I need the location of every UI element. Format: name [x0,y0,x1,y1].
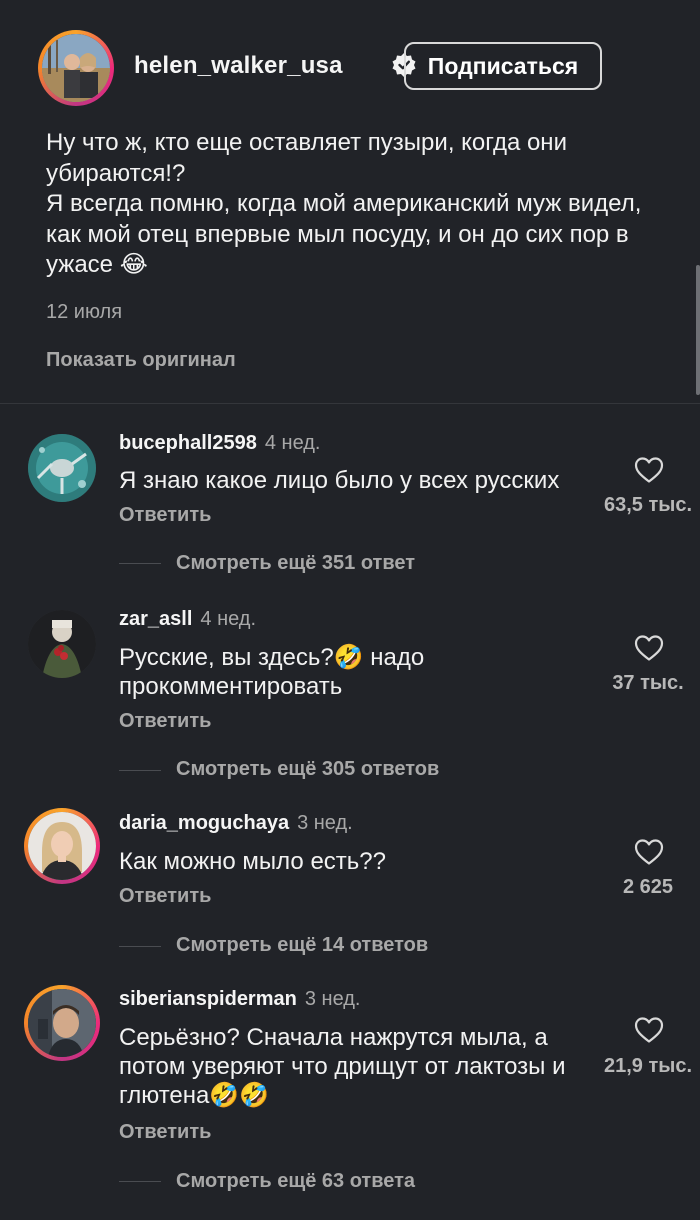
comment-username-text[interactable]: siberianspiderman [119,988,297,1010]
reply-button[interactable]: Ответить [119,885,211,908]
like-count: 21,9 тыс. [603,1055,693,1077]
comment-username[interactable]: siberianspiderman 3 нед. [119,988,360,1011]
heart-outline-icon[interactable] [634,1016,664,1044]
commenter-avatar-image [28,812,96,880]
divider [0,403,700,404]
comment-time: 4 нед. [264,432,321,454]
scrollbar[interactable] [696,265,700,395]
comment-username[interactable]: zar_asll 4 нед. [119,608,256,631]
comment-text: Серьёзно? Сначала нажрутся мыла, а потом… [119,1024,566,1109]
comment-time: 3 нед. [304,988,361,1010]
replies-divider-line [119,770,161,771]
post-comments-screen: helen_walker_usa Подписаться Ну что ж, к… [0,0,700,1220]
heart-outline-icon[interactable] [634,634,664,662]
post-header: helen_walker_usa Подписаться [38,30,700,110]
reply-button[interactable]: Ответить [119,710,211,733]
author-avatar[interactable] [38,30,114,106]
view-more-replies-button[interactable]: Смотреть ещё 305 ответов [176,758,439,781]
view-more-replies-button[interactable]: Смотреть ещё 63 ответа [176,1170,415,1193]
replies-divider-line [119,946,161,947]
comment-username[interactable]: daria_moguchaya 3 нед. [119,812,353,835]
commenter-avatar[interactable] [24,808,100,884]
comment-username-text[interactable]: zar_asll [119,608,192,630]
commenter-avatar-image [28,610,96,678]
commenter-avatar[interactable] [24,985,100,1061]
comment-username-text[interactable]: daria_moguchaya [119,812,289,834]
commenter-avatar[interactable] [28,610,96,678]
comment-username[interactable]: bucephall2598 4 нед. [119,432,320,455]
replies-divider-line [119,563,161,564]
heart-outline-icon[interactable] [634,838,664,866]
commenter-avatar-image [28,434,96,502]
commenter-avatar[interactable] [28,434,96,502]
post-caption: Ну что ж, кто еще оставляет пузыри, когд… [46,129,642,278]
like-count: 37 тыс. [612,672,684,694]
view-more-replies-button[interactable]: Смотреть ещё 14 ответов [176,934,428,957]
reply-button[interactable]: Ответить [119,1121,211,1144]
author-avatar-image [42,34,110,102]
comment-username-text[interactable]: bucephall2598 [119,432,257,454]
comment-text: Русские, вы здесь?🤣 надо прокомментирова… [119,644,425,700]
replies-divider-line [119,1181,161,1182]
post-date: 12 июля [46,301,123,323]
comment-time: 3 нед. [297,812,353,834]
comment-text: Как можно мыло есть?? [119,848,386,875]
reply-button[interactable]: Ответить [119,504,211,527]
comment-time: 4 нед. [200,608,257,630]
like-count: 2 625 [622,876,674,898]
heart-outline-icon[interactable] [634,456,664,484]
show-original-link[interactable]: Показать оригинал [46,349,236,372]
subscribe-button[interactable]: Подписаться [404,42,602,90]
comment-text: Я знаю какое лицо было у всех русских [119,467,560,494]
author-username[interactable]: helen_walker_usa [134,52,343,80]
commenter-avatar-image [28,989,96,1057]
like-count: 63,5 тыс. [603,494,693,516]
view-more-replies-button[interactable]: Смотреть ещё 351 ответ [176,552,415,575]
